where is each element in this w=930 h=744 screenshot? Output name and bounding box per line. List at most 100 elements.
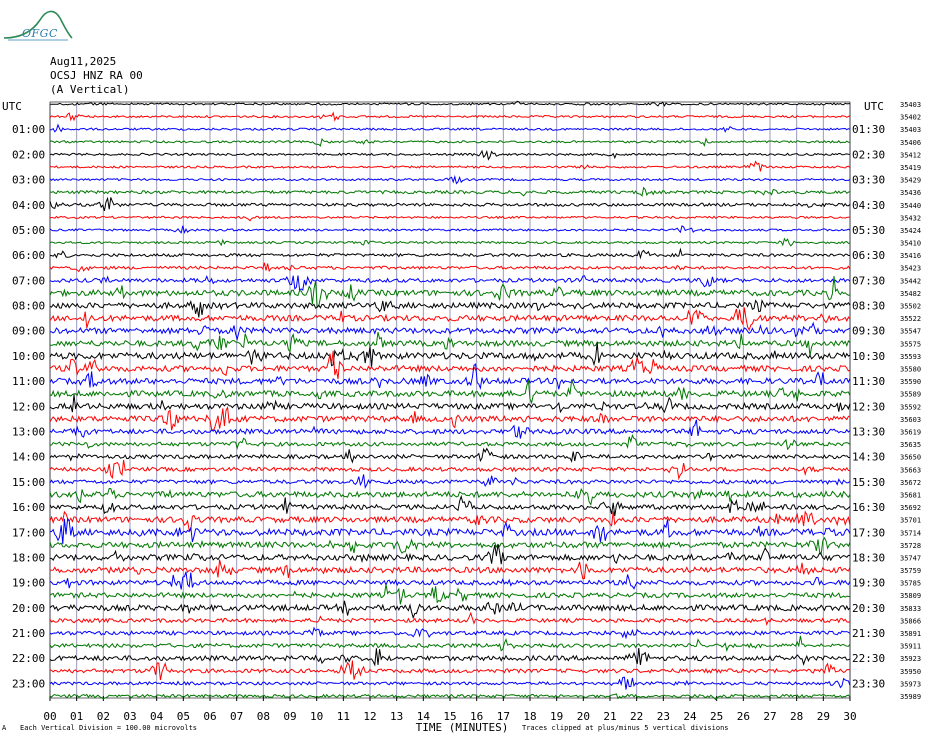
right-hour-label: 14:30: [852, 451, 885, 464]
x-tick-label: 18: [523, 710, 536, 723]
x-tick-label: 08: [257, 710, 270, 723]
right-hour-label: 22:30: [852, 652, 885, 665]
trace-count-label: 35406: [900, 139, 921, 147]
clip-note: Traces clipped at plus/minus 5 vertical …: [522, 724, 729, 732]
x-tick-label: 19: [550, 710, 563, 723]
right-hour-label: 11:30: [852, 375, 885, 388]
trace-count-label: 35891: [900, 630, 921, 638]
x-tick-label: 01: [70, 710, 83, 723]
trace-count-label: 35989: [900, 693, 921, 701]
trace-count-label: 35482: [900, 290, 921, 298]
left-hour-label: 19:00: [12, 577, 45, 590]
right-hour-label: 07:30: [852, 274, 885, 287]
x-tick-label: 12: [363, 710, 376, 723]
x-tick-label: 06: [203, 710, 216, 723]
x-tick-label: 28: [790, 710, 803, 723]
trace-count-label: 35692: [900, 504, 921, 512]
trace-count-label: 35681: [900, 491, 921, 499]
right-hour-label: 01:30: [852, 123, 885, 136]
left-hour-label: 14:00: [12, 451, 45, 464]
x-tick-label: 30: [843, 710, 856, 723]
trace-count-label: 35923: [900, 655, 921, 663]
right-hour-label: 04:30: [852, 199, 885, 212]
x-tick-label: 02: [97, 710, 110, 723]
trace-count-label: 35663: [900, 466, 921, 474]
left-hour-label: 09:00: [12, 325, 45, 338]
left-hour-label: 05:00: [12, 224, 45, 237]
trace-count-label: 35423: [900, 265, 921, 273]
x-tick-label: 03: [123, 710, 136, 723]
left-hour-label: 01:00: [12, 123, 45, 136]
x-tick-label: 23: [657, 710, 670, 723]
x-tick-label: 29: [817, 710, 830, 723]
trace-count-label: 35522: [900, 315, 921, 323]
trace-count-label: 35590: [900, 378, 921, 386]
left-hour-label: 06:00: [12, 249, 45, 262]
x-tick-label: 07: [230, 710, 243, 723]
left-hour-label: 02:00: [12, 148, 45, 161]
left-axis-label: UTC: [2, 100, 22, 113]
x-tick-label: 13: [390, 710, 403, 723]
left-hour-label: 21:00: [12, 627, 45, 640]
trace-count-label: 35424: [900, 227, 921, 235]
x-tick-label: 26: [737, 710, 750, 723]
right-hour-label: 13:30: [852, 425, 885, 438]
x-tick-label: 00: [43, 710, 56, 723]
trace-count-label: 35866: [900, 617, 921, 625]
right-hour-label: 16:30: [852, 501, 885, 514]
x-tick-label: 21: [603, 710, 616, 723]
left-hour-label: 04:00: [12, 199, 45, 212]
x-tick-label: 20: [577, 710, 590, 723]
trace-count-label: 35410: [900, 240, 921, 248]
right-hour-label: 19:30: [852, 577, 885, 590]
x-tick-label: 11: [337, 710, 350, 723]
left-hour-label: 11:00: [12, 375, 45, 388]
right-hour-label: 17:30: [852, 526, 885, 539]
trace-count-label: 35747: [900, 554, 921, 562]
trace-count-label: 35973: [900, 680, 921, 688]
trace-count-label: 35402: [900, 114, 921, 122]
trace-count-label: 35436: [900, 189, 921, 197]
trace-count-label: 35403: [900, 126, 921, 134]
x-tick-label: 22: [630, 710, 643, 723]
trace-count-label: 35429: [900, 177, 921, 185]
left-hour-label: 10:00: [12, 350, 45, 363]
trace-count-label: 35440: [900, 202, 921, 210]
trace-count-label: 35589: [900, 391, 921, 399]
trace-count-label: 35432: [900, 214, 921, 222]
trace-count-label: 35728: [900, 542, 921, 550]
helicorder-chart: 00 01 02 03 04 05 06 07 08 09 10 11 12 13 14 15 16 17 18 19…: [2, 100, 921, 734]
trace-count-label: 35593: [900, 353, 921, 361]
left-hour-label: 12:00: [12, 400, 45, 413]
trace-count-label: 35547: [900, 328, 921, 336]
trace-count-label: 35619: [900, 428, 921, 436]
trace-count-label: 35635: [900, 441, 921, 449]
trace-count-label: 35809: [900, 592, 921, 600]
right-hour-label: 10:30: [852, 350, 885, 363]
corner-mark: A: [2, 724, 7, 732]
left-hour-label: 20:00: [12, 602, 45, 615]
x-tick-label: 24: [683, 710, 697, 723]
trace-count-label: 35412: [900, 151, 921, 159]
trace-count-label: 35575: [900, 340, 921, 348]
left-hour-label: 13:00: [12, 425, 45, 438]
x-tick-label: 04: [150, 710, 164, 723]
left-hour-label: 03:00: [12, 174, 45, 187]
x-tick-label: 27: [763, 710, 776, 723]
x-tick-label: 25: [710, 710, 723, 723]
x-tick-label: 10: [310, 710, 323, 723]
left-hour-label: 15:00: [12, 476, 45, 489]
x-tick-label: 09: [283, 710, 296, 723]
left-hour-label: 16:00: [12, 501, 45, 514]
right-hour-label: 18:30: [852, 551, 885, 564]
right-hour-label: 09:30: [852, 325, 885, 338]
trace-count-label: 35603: [900, 416, 921, 424]
right-hour-label: 21:30: [852, 627, 885, 640]
trace-count-label: 35701: [900, 517, 921, 525]
trace-count-label: 35714: [900, 529, 921, 537]
trace-count-label: 35592: [900, 403, 921, 411]
trace-count-label: 35650: [900, 454, 921, 462]
trace-count-label: 35785: [900, 580, 921, 588]
scale-note: Each Vertical Division = 100.00 microvol…: [20, 724, 198, 732]
right-hour-label: 15:30: [852, 476, 885, 489]
